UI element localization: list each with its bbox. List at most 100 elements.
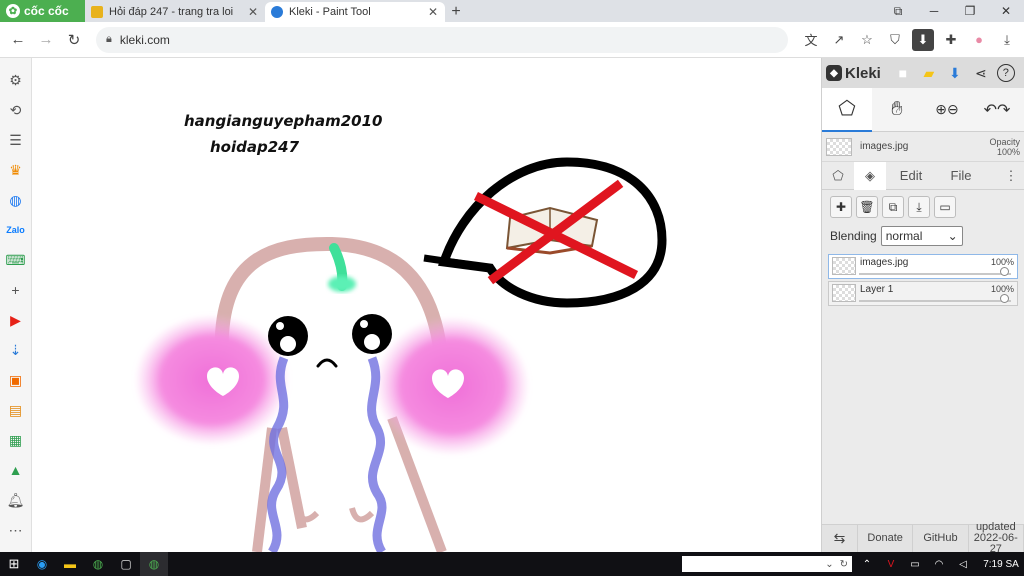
blending-select[interactable]: normal ⌄ bbox=[880, 226, 963, 246]
volume-icon[interactable]: ◁ bbox=[952, 559, 974, 570]
wifi-icon[interactable]: ◠ bbox=[928, 559, 950, 570]
history-icon[interactable]: ⟲ bbox=[4, 98, 28, 122]
app-icon[interactable]: ▣ bbox=[4, 368, 28, 392]
layer-item[interactable]: images.jpg 100% bbox=[828, 254, 1018, 279]
crown-icon[interactable]: ♛ bbox=[4, 158, 28, 182]
more-icon[interactable]: ⋯ bbox=[4, 518, 28, 542]
windows-start-icon[interactable]: ⊞ bbox=[0, 552, 28, 576]
taskbar-clock[interactable]: 7:19 SA bbox=[978, 559, 1024, 570]
bell-icon[interactable]: 🔔︎ bbox=[4, 488, 28, 512]
vivaldi-tray-icon[interactable]: V bbox=[880, 559, 902, 570]
kleki-favicon-icon bbox=[271, 6, 283, 18]
browser-action-icons: 文 ↗ ☆ ⛉ ⬇ ✚ ● ⤓ bbox=[800, 28, 1018, 51]
canvas-credit-site: hoidap247 bbox=[210, 138, 300, 156]
tab-kleki[interactable]: Kleki - Paint Tool ✕ bbox=[265, 2, 445, 22]
share-icon[interactable]: ↗ bbox=[828, 29, 850, 51]
slider-knob[interactable] bbox=[1000, 267, 1009, 276]
tray-chevron-icon[interactable]: ⌃ bbox=[856, 559, 878, 570]
hat-icon[interactable]: ▲ bbox=[4, 458, 28, 482]
tab-layers-icon[interactable]: ◈ bbox=[854, 161, 886, 190]
edge-icon[interactable]: ◉ bbox=[28, 552, 56, 576]
url-text: kleki.com bbox=[119, 32, 170, 47]
open-folder-icon[interactable]: ▰ bbox=[919, 63, 939, 83]
taskbar-search-box[interactable]: ⌄ ↻ bbox=[682, 556, 852, 572]
battery-icon[interactable]: ▭ bbox=[904, 559, 926, 570]
drawing-canvas[interactable]: hangianguyepham2010 hoidap247 bbox=[32, 58, 821, 552]
panel-tabs: ⬠ ◈ Edit File ⋮ bbox=[822, 161, 1024, 190]
reload-icon[interactable]: ↻ bbox=[62, 28, 86, 52]
system-tray: ⌃ V ▭ ◠ ◁ bbox=[852, 559, 978, 570]
new-tab-button[interactable]: + bbox=[445, 2, 467, 22]
back-icon[interactable]: ← bbox=[6, 28, 30, 52]
duplicate-layer-icon[interactable]: ⧉ bbox=[882, 196, 904, 218]
tab-close-icon[interactable]: ✕ bbox=[427, 5, 439, 19]
tab-tools-icon[interactable]: ⬠ bbox=[822, 162, 854, 190]
merge-layer-icon[interactable]: ⤓ bbox=[908, 196, 930, 218]
settings-icon[interactable]: ⚙ bbox=[4, 68, 28, 92]
shape-tool-icon[interactable]: ⬠ bbox=[822, 87, 872, 132]
tab-hoidap[interactable]: Hỏi đáp 247 - trang tra loi ✕ bbox=[85, 2, 265, 22]
minimize-icon[interactable]: ─ bbox=[916, 0, 952, 22]
share-icon[interactable]: ⋖ bbox=[971, 63, 991, 83]
coccoc-taskbar-icon[interactable]: ◍ bbox=[84, 552, 112, 576]
pig-avatar-icon[interactable]: ● bbox=[968, 29, 990, 51]
current-layer-header: images.jpg Opacity 100% bbox=[822, 132, 1024, 162]
slider-knob[interactable] bbox=[1000, 294, 1009, 303]
coccoc-brand[interactable]: ✿ cốc cốc bbox=[0, 0, 85, 22]
zoom-icon[interactable]: ⊕⊖ bbox=[922, 88, 972, 132]
blending-value: normal bbox=[885, 229, 923, 243]
bookmark-star-icon[interactable]: ☆ bbox=[856, 29, 878, 51]
github-link[interactable]: GitHub bbox=[913, 525, 969, 552]
layer-item[interactable]: Layer 1 100% bbox=[828, 281, 1018, 306]
layer-opacity-slider[interactable] bbox=[859, 267, 1011, 276]
downloads-icon[interactable]: ⤓ bbox=[996, 29, 1018, 51]
save-download-icon[interactable]: ⬇ bbox=[945, 63, 965, 83]
add-layer-icon[interactable]: ✚ bbox=[830, 196, 852, 218]
forward-icon[interactable]: → bbox=[34, 28, 58, 52]
savior-download-icon[interactable]: ⬇ bbox=[912, 28, 934, 51]
youtube-icon[interactable]: ▶ bbox=[4, 308, 28, 332]
kleki-logo-icon: ◆ bbox=[826, 65, 842, 81]
blending-label: Blending bbox=[830, 229, 877, 243]
coccoc-active-taskbar-icon[interactable]: ◍ bbox=[140, 552, 168, 576]
tab-edit[interactable]: Edit bbox=[886, 162, 936, 190]
blending-row: Blending normal ⌄ bbox=[822, 224, 1024, 248]
tab-search-icon[interactable]: ⧉ bbox=[880, 0, 916, 22]
delete-layer-icon[interactable]: 🗑︎ bbox=[856, 196, 878, 218]
shop-icon[interactable]: ▤ bbox=[4, 398, 28, 422]
hand-tool-icon[interactable]: ✋︎ bbox=[872, 88, 922, 132]
sheet-icon[interactable]: ▦ bbox=[4, 428, 28, 452]
chat-taskbar-icon[interactable]: ▢ bbox=[112, 552, 140, 576]
chevron-down-icon: ⌄ bbox=[947, 229, 958, 243]
translate-icon[interactable]: 文 bbox=[800, 29, 822, 51]
swap-side-icon[interactable]: ⇆ bbox=[822, 525, 858, 552]
tab-file[interactable]: File bbox=[936, 162, 986, 190]
help-icon[interactable]: ? bbox=[996, 64, 1015, 82]
tab-title: Hỏi đáp 247 - trang tra loi bbox=[109, 6, 234, 18]
layer-buttons: ✚ 🗑︎ ⧉ ⤓ ▭ bbox=[822, 190, 1024, 224]
rename-layer-icon[interactable]: ▭ bbox=[934, 196, 956, 218]
panel-footer: ⇆ Donate GitHub updated 2022-06-27 bbox=[822, 522, 1024, 555]
new-file-icon[interactable]: ■ bbox=[893, 63, 913, 83]
undo-redo-icon[interactable]: ↶↷ bbox=[972, 88, 1022, 132]
tab-close-icon[interactable]: ✕ bbox=[247, 5, 259, 19]
restore-icon[interactable]: ❐ bbox=[952, 0, 988, 22]
address-toolbar: ← → ↻ 🔒︎ kleki.com 文 ↗ ☆ ⛉ ⬇ ✚ ● ⤓ bbox=[0, 22, 1024, 58]
shield-icon[interactable]: ⛉ bbox=[884, 29, 906, 51]
layer-opacity-slider[interactable] bbox=[859, 294, 1011, 303]
donate-link[interactable]: Donate bbox=[858, 525, 914, 552]
close-window-icon[interactable]: ✕ bbox=[988, 0, 1024, 22]
kleki-logo[interactable]: ◆ Kleki bbox=[826, 65, 881, 82]
messenger-icon[interactable]: ◍ bbox=[4, 188, 28, 212]
opacity-value: 100% bbox=[996, 146, 1020, 157]
file-explorer-icon[interactable]: ▬ bbox=[56, 552, 84, 576]
game-icon[interactable]: ⌨ bbox=[4, 248, 28, 272]
list-icon[interactable]: ☰ bbox=[4, 128, 28, 152]
zalo-icon[interactable]: Zalo bbox=[4, 218, 28, 242]
more-menu-icon[interactable]: ⋮ bbox=[998, 162, 1024, 190]
extensions-icon[interactable]: ✚ bbox=[940, 29, 962, 51]
sidebar-download-icon[interactable]: ⇣ bbox=[4, 338, 28, 362]
add-icon[interactable]: + bbox=[4, 278, 28, 302]
chevron-down-icon: ⌄ bbox=[825, 558, 834, 570]
url-field[interactable]: 🔒︎ kleki.com bbox=[96, 26, 788, 53]
